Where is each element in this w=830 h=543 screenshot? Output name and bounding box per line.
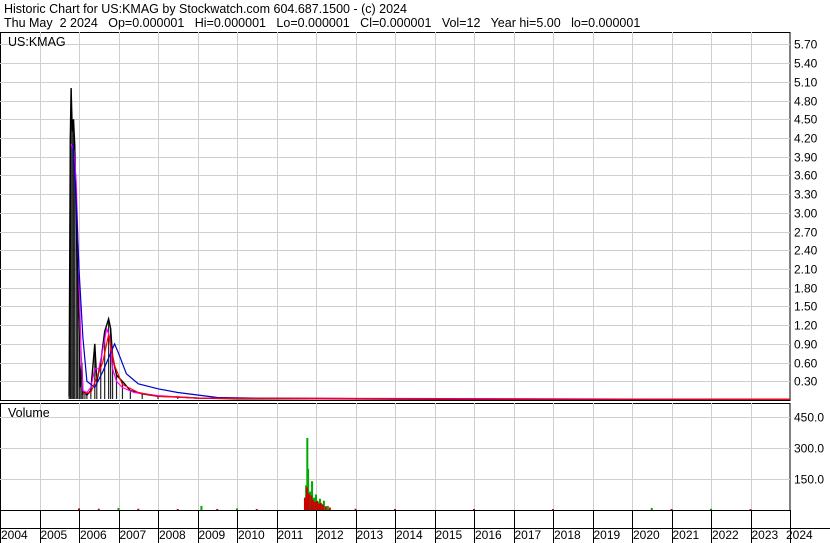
year-tick-label: 2020	[633, 528, 660, 542]
volume-panel-title: Volume	[8, 406, 50, 420]
price-tick-label: 3.00	[794, 207, 818, 221]
volume-bar	[316, 500, 319, 510]
volume-bar	[307, 493, 310, 510]
year-tick-label: 2018	[554, 528, 581, 542]
year-tick-label: 2008	[159, 528, 186, 542]
volume-bar	[216, 508, 219, 510]
year-tick-label: 2006	[80, 528, 107, 542]
year-tick-label: 2005	[41, 528, 68, 542]
volume-bar	[176, 508, 179, 510]
volume-tick-label: 300.0	[794, 442, 824, 456]
price-tick-label: 3.30	[794, 188, 818, 202]
price-tick-label: 4.80	[794, 95, 818, 109]
volume-bar	[650, 507, 653, 510]
volume-bar	[311, 499, 314, 510]
volume-bar	[97, 508, 100, 510]
year-tick-label: 2022	[712, 528, 739, 542]
year-tick-label: 2014	[396, 528, 423, 542]
price-tick-label: 2.40	[794, 244, 818, 258]
volume-bar	[328, 507, 331, 510]
price-tick-label: 0.30	[794, 375, 818, 389]
year-tick-label: 2013	[357, 528, 384, 542]
volume-bar	[670, 508, 673, 510]
price-volume-chart: 5.70 5.40 5.10 4.80 4.50 4.20 3.90 3.60 3.30 3.00…	[0, 32, 830, 543]
volume-tick-label: 450.0	[794, 411, 824, 425]
volume-bar	[117, 507, 120, 510]
year-tick-label: 2010	[238, 528, 265, 542]
price-tick-label: 5.70	[794, 38, 818, 52]
volume-bar	[710, 508, 712, 510]
price-tick-label: 1.50	[794, 300, 818, 314]
year-tick-label: 2007	[120, 528, 147, 542]
year-tick-label: 2011	[278, 528, 304, 542]
volume-bar	[255, 508, 258, 510]
year-tick-label: 2016	[475, 528, 502, 542]
price-tick-label: 2.10	[794, 263, 818, 277]
price-tick-label: 1.80	[794, 282, 818, 296]
volume-bar	[324, 506, 327, 510]
price-tick-label: 4.20	[794, 132, 818, 146]
price-tick-label: 0.90	[794, 338, 818, 352]
price-tick-label: 3.60	[794, 169, 818, 183]
price-tick-label: 0.60	[794, 357, 818, 371]
volume-bar	[236, 508, 238, 510]
year-axis: 2004 2005 2006 2007 2008 2009 2010 2011 2012 2013…	[0, 510, 830, 543]
volume-bar	[319, 502, 322, 510]
year-tick-label: 2012	[317, 528, 344, 542]
volume-bar	[200, 505, 203, 510]
volume-bar	[394, 508, 396, 510]
year-tick-label: 2017	[515, 528, 542, 542]
price-tick-label: 1.20	[794, 319, 818, 333]
price-tick-label: 5.10	[794, 76, 818, 90]
volume-bar	[354, 508, 357, 510]
price-tick-label: 4.50	[794, 113, 818, 127]
volume-tick-label: 150.0	[794, 473, 824, 487]
volume-bar	[326, 505, 329, 510]
year-tick-label: 2004	[1, 528, 28, 542]
volume-bar	[322, 504, 325, 510]
year-tick-label: 2019	[594, 528, 621, 542]
price-panel: 5.70 5.40 5.10 4.80 4.50 4.20 3.90 3.60 3.30 3.00…	[0, 32, 818, 401]
year-tick-label: 2015	[436, 528, 463, 542]
year-tick-label: 2021	[673, 528, 700, 542]
volume-bar	[303, 497, 306, 510]
volume-bar	[314, 501, 317, 510]
price-panel-title: US:KMAG	[8, 35, 66, 49]
year-tick-label: 2023	[752, 528, 779, 542]
price-tick-label: 3.90	[794, 151, 818, 165]
volume-bar	[137, 508, 140, 510]
year-tick-label: 2009	[199, 528, 226, 542]
price-tick-label: 2.70	[794, 226, 818, 240]
price-tick-label: 5.40	[794, 57, 818, 71]
volume-bar	[305, 487, 308, 510]
volume-bar	[473, 508, 475, 510]
volume-panel: 450.0 300.0 150.0 Volume	[0, 403, 824, 511]
volume-bar	[78, 508, 80, 510]
